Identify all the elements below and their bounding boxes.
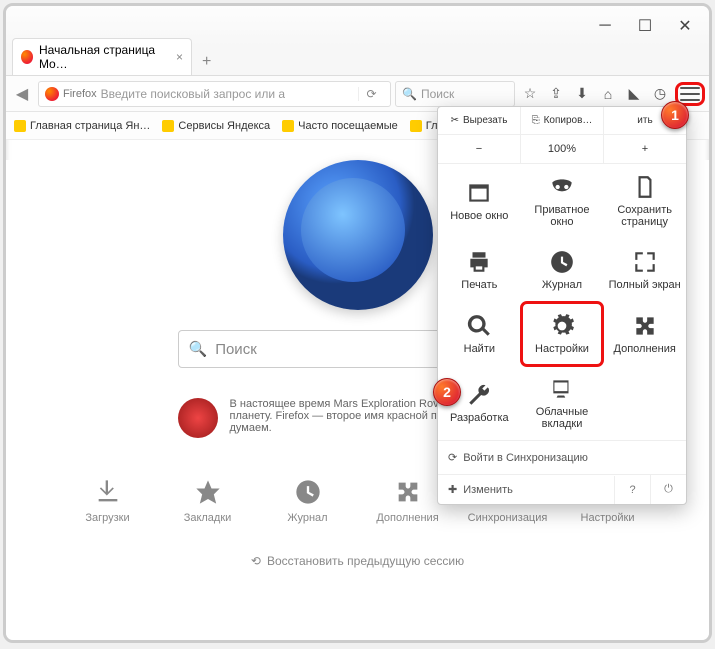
new-tab-button[interactable]: +: [192, 49, 221, 75]
gear-icon: [549, 313, 575, 339]
save-page-item[interactable]: Сохранить страницу: [603, 164, 686, 238]
url-bar[interactable]: Firefox Введите поисковый запрос или а ⟳: [38, 81, 391, 107]
favicon-icon: [282, 120, 294, 132]
bookmark-item[interactable]: Часто посещаемые: [282, 120, 398, 132]
bookmarks-link[interactable]: Закладки: [173, 478, 243, 524]
reload-icon[interactable]: ⟳: [358, 87, 384, 101]
search-bar[interactable]: 🔍 Поиск: [395, 81, 515, 107]
browser-tab[interactable]: Начальная страница Mo… ×: [12, 38, 192, 75]
url-placeholder: Введите поисковый запрос или а: [101, 87, 285, 101]
url-prefix: Firefox: [63, 88, 97, 100]
fullscreen-item[interactable]: Полный экран: [603, 238, 686, 302]
wrench-icon: [466, 382, 492, 408]
callout-2: 2: [433, 378, 461, 406]
app-menu-panel: ✂Вырезать ⎘Копиров… ить − 100% + Новое о…: [437, 106, 687, 505]
close-button[interactable]: ✕: [665, 11, 705, 41]
addons-link[interactable]: Дополнения: [373, 478, 443, 524]
fullscreen-icon: [632, 249, 658, 275]
zoom-value: 100%: [521, 135, 604, 163]
favicon-icon: [14, 120, 26, 132]
favicon-icon: [162, 120, 174, 132]
history-link[interactable]: Журнал: [273, 478, 343, 524]
puzzle-icon: [632, 313, 658, 339]
download-icon: [94, 478, 122, 506]
snippet-text: В настоящее время Mars Exploration Rover…: [230, 398, 458, 438]
customize-button[interactable]: ✚Изменить: [438, 475, 614, 504]
sync-icon: ⟳: [448, 451, 457, 464]
tab-title: Начальная страница Mo…: [39, 43, 166, 71]
star-icon: [194, 478, 222, 506]
addons-item[interactable]: Дополнения: [603, 302, 686, 366]
page-icon: [632, 174, 658, 200]
bookmark-star-icon[interactable]: ☆: [519, 83, 541, 105]
clock-icon: [294, 478, 322, 506]
downloads-link[interactable]: Загрузки: [73, 478, 143, 524]
print-item[interactable]: Печать: [438, 238, 521, 302]
home-icon[interactable]: ⌂: [597, 83, 619, 105]
search-placeholder: Поиск: [421, 87, 454, 101]
copy-icon: ⎘: [532, 115, 540, 126]
new-window-item[interactable]: Новое окно: [438, 164, 521, 238]
search-icon: 🔍: [189, 340, 208, 358]
device-icon: [549, 376, 575, 402]
quit-button[interactable]: ⏻: [650, 475, 686, 504]
restore-session-link[interactable]: ⟲ Восстановить предыдущую сессию: [6, 554, 709, 568]
search-icon: [466, 313, 492, 339]
scissors-icon: ✂: [451, 115, 459, 126]
callout-1: 1: [661, 101, 689, 129]
restore-icon: ⟲: [251, 554, 261, 568]
share-icon[interactable]: ⇪: [545, 83, 567, 105]
copy-button[interactable]: ⎘Копиров…: [521, 107, 604, 134]
cut-button[interactable]: ✂Вырезать: [438, 107, 521, 134]
search-icon: 🔍: [402, 87, 417, 101]
downloads-icon[interactable]: ⬇: [571, 83, 593, 105]
zoom-in-button[interactable]: +: [604, 135, 686, 163]
history-item[interactable]: Журнал: [521, 238, 604, 302]
plus-icon: ✚: [448, 483, 457, 496]
settings-item[interactable]: Настройки: [521, 302, 604, 366]
window-icon: [466, 180, 492, 206]
bookmark-item[interactable]: Сервисы Яндекса: [162, 120, 270, 132]
sign-in-sync-item[interactable]: ⟳ Войти в Синхронизацию: [438, 440, 686, 474]
printer-icon: [466, 249, 492, 275]
bookmark-item[interactable]: Главная страница Ян…: [14, 120, 150, 132]
zoom-out-button[interactable]: −: [438, 135, 521, 163]
cloud-tabs-item[interactable]: Облачные вкладки: [521, 366, 604, 440]
clock-icon: [549, 249, 575, 275]
tab-strip: Начальная страница Mo… × +: [6, 46, 709, 76]
maximize-button[interactable]: ☐: [625, 11, 665, 41]
minimize-button[interactable]: ─: [585, 11, 625, 41]
firefox-icon: [45, 87, 59, 101]
pocket-icon[interactable]: ◣: [623, 83, 645, 105]
sync-icon[interactable]: ◷: [649, 83, 671, 105]
firefox-logo-icon: [283, 160, 433, 310]
puzzle-icon: [394, 478, 422, 506]
firefox-favicon-icon: [21, 50, 33, 64]
tab-close-icon[interactable]: ×: [176, 50, 183, 64]
private-window-item[interactable]: Приватное окно: [521, 164, 604, 238]
mask-icon: [549, 174, 575, 200]
back-button[interactable]: ◀: [10, 82, 34, 106]
find-item[interactable]: Найти: [438, 302, 521, 366]
mars-icon: [178, 398, 218, 438]
favicon-icon: [410, 120, 422, 132]
search-placeholder: Поиск: [215, 341, 257, 358]
help-button[interactable]: ?: [614, 476, 650, 504]
